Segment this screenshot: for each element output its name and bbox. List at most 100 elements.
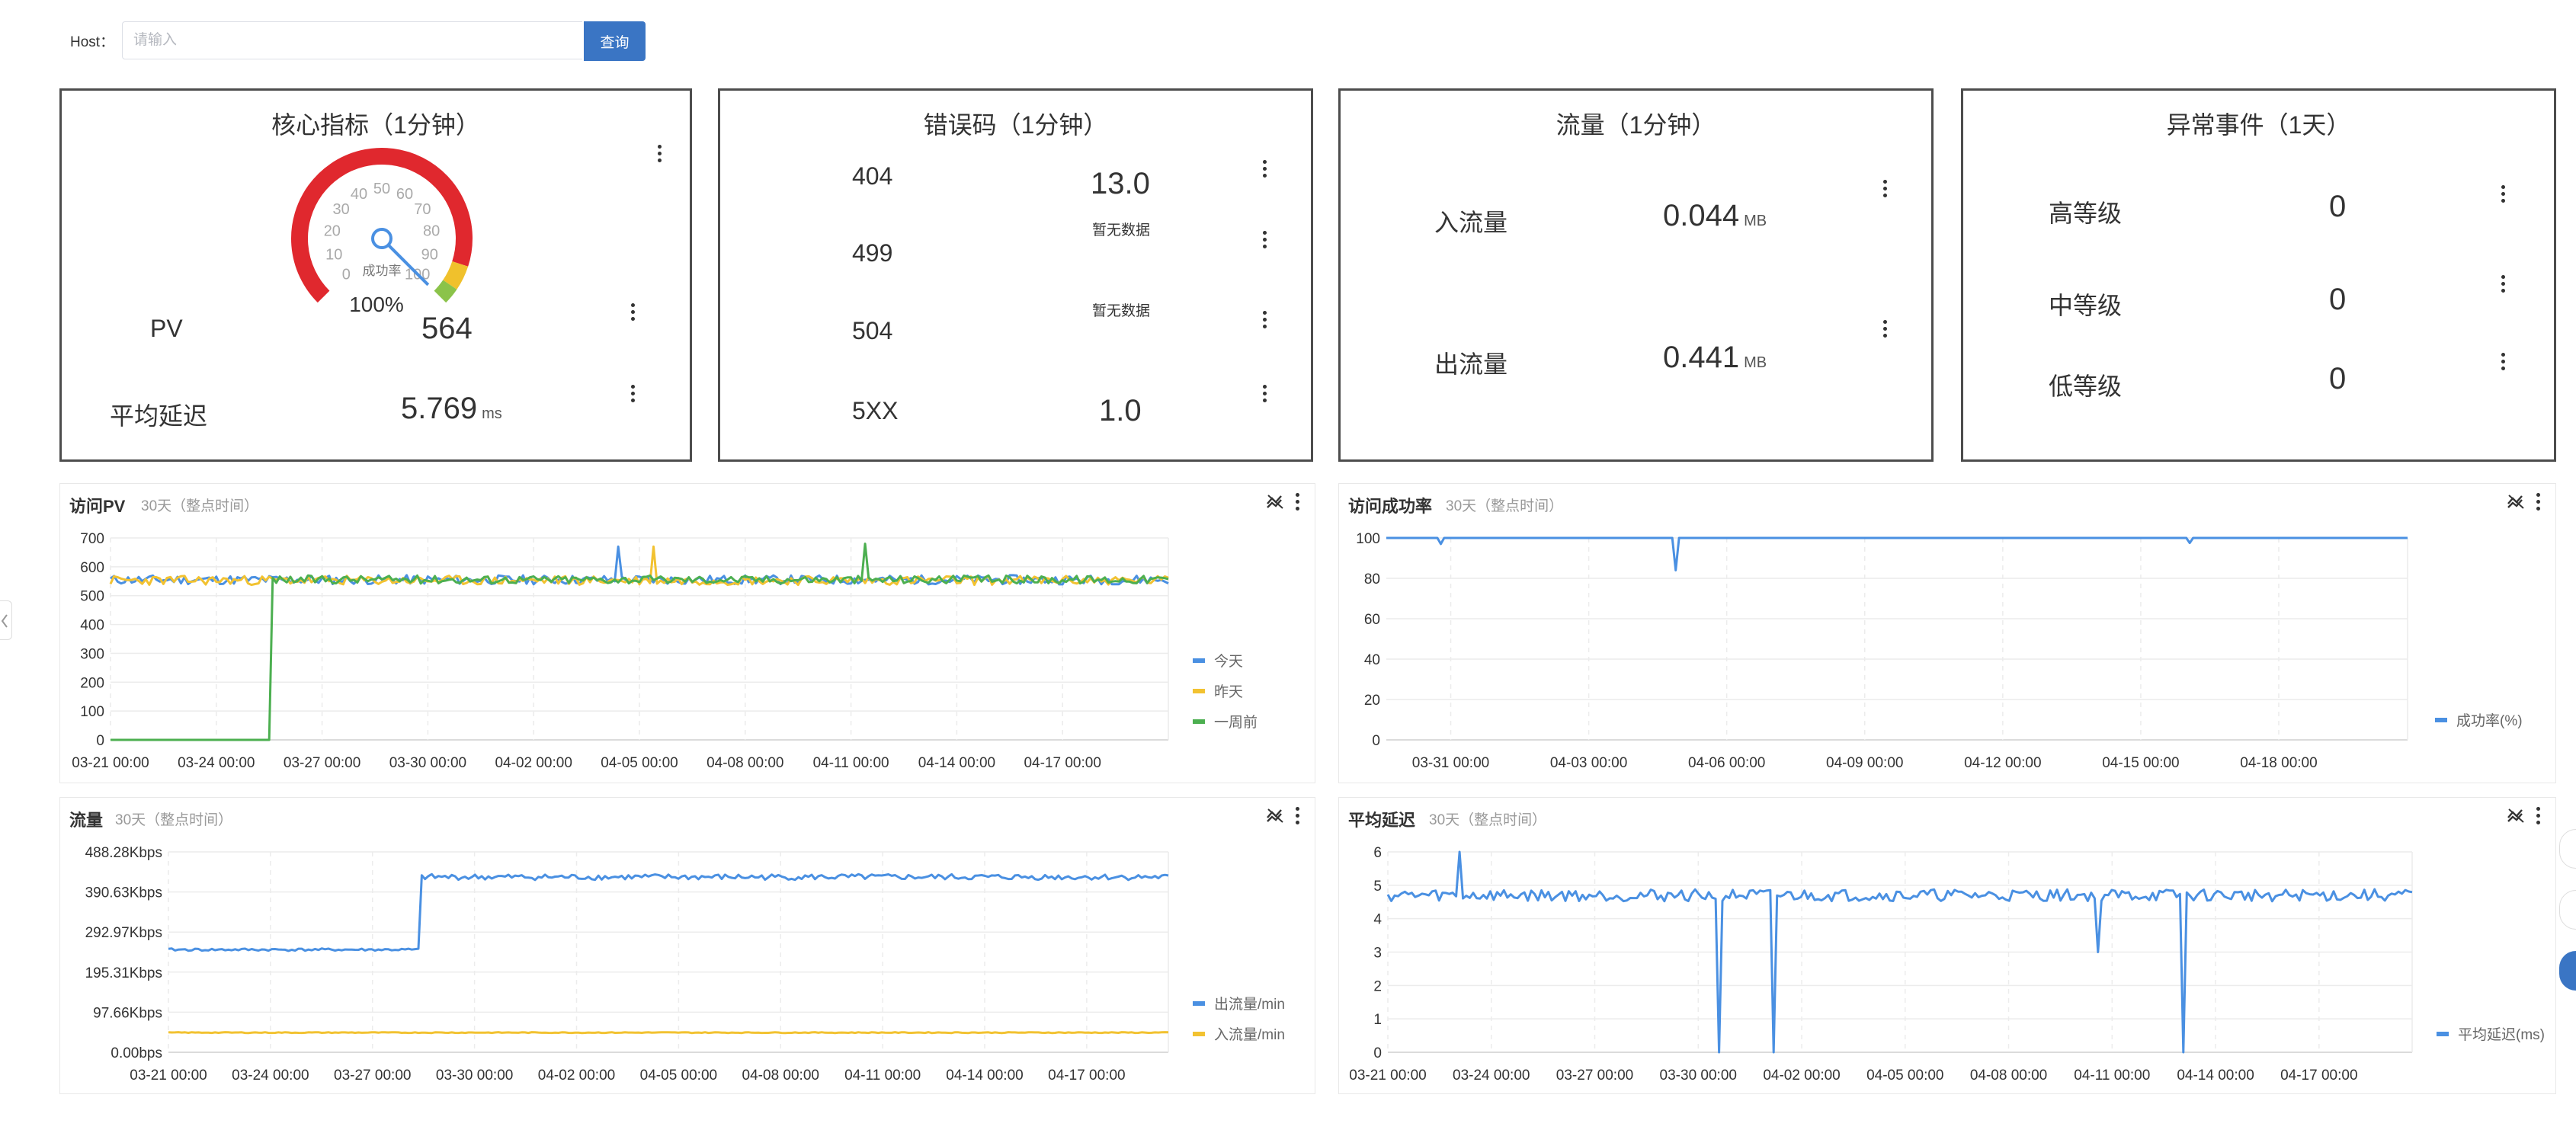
traffic-title: 流量（1分钟） (1556, 111, 1716, 139)
y-tick-label: 4 (1373, 912, 1382, 928)
outbound-number: 0.441 (1663, 341, 1740, 374)
core-metrics-title: 核心指标（1分钟） (271, 111, 480, 139)
y-tick-label: 100 (80, 704, 104, 720)
y-tick-label: 400 (80, 618, 104, 634)
traffic-line-chart: 0.00bps 97.66Kbps 195.31Kbps 292.97Kbps 390.… (85, 845, 1285, 1084)
pv-label: PV (150, 315, 183, 342)
float-tool-button-3[interactable] (2559, 951, 2576, 991)
chevron-left-icon (1, 614, 8, 628)
latency-line-chart: 0 1 2 3 4 5 6 03-21 00:00 03-24 00:00 03-27 00:00… (1349, 845, 2545, 1084)
x-tick-label: 04-17 00:00 (2280, 1068, 2357, 1084)
error-codes-card: 错误码（1分钟） 404 13.0 499 暂无数据 504 暂无数据 5XX … (718, 88, 1313, 462)
latency-more-icon[interactable] (629, 383, 636, 405)
y-tick-label: 3 (1373, 946, 1382, 962)
event-level-high: 高等级 (2049, 200, 2123, 227)
x-tick-label: 03-21 00:00 (130, 1068, 207, 1084)
error-499-no-data: 暂无数据 (1092, 222, 1151, 238)
y-tick-label: 97.66Kbps (93, 1005, 162, 1021)
x-tick-label: 04-17 00:00 (1048, 1068, 1125, 1084)
event-high-value: 0 (2329, 190, 2347, 223)
x-tick-label: 04-15 00:00 (2102, 755, 2179, 771)
y-tick-label: 0.00bps (111, 1045, 162, 1061)
event-level-low: 低等级 (2049, 373, 2123, 400)
y-tick-label: 1 (1373, 1012, 1382, 1028)
error-code-404: 404 (852, 162, 893, 190)
y-tick-label: 292.97Kbps (85, 925, 162, 941)
error-5xx-value: 1.0 (1099, 394, 1142, 427)
event-low-more-icon[interactable] (2499, 351, 2507, 373)
float-tool-button-1[interactable] (2559, 829, 2576, 869)
latency-unit: ms (482, 405, 502, 422)
y-tick-label: 600 (80, 560, 104, 576)
outbound-unit: MB (1744, 354, 1767, 371)
x-tick-label: 04-08 00:00 (706, 755, 783, 771)
gauge-tick-label: 10 (325, 246, 342, 263)
y-tick-label: 100 (1356, 531, 1380, 547)
y-tick-label: 6 (1373, 845, 1382, 861)
x-tick-label: 03-27 00:00 (284, 755, 360, 771)
success-chart-panel: 访问成功率 30天（整点时间） 0 20 40 60 80 100 03-31 00:00 0… (1338, 483, 2556, 783)
error-499-more-icon[interactable] (1261, 229, 1268, 251)
sidebar-collapse-tab[interactable] (0, 600, 12, 640)
gauge-tick-label: 20 (324, 223, 341, 240)
latency-number: 5.769 (401, 392, 478, 425)
error-404-more-icon[interactable] (1261, 158, 1268, 180)
gauge-tick-label: 50 (373, 181, 390, 197)
y-tick-label: 80 (1364, 571, 1380, 587)
event-high-more-icon[interactable] (2499, 184, 2507, 205)
x-tick-label: 03-27 00:00 (1556, 1068, 1633, 1084)
x-tick-label: 04-05 00:00 (601, 755, 678, 771)
y-tick-label: 20 (1364, 693, 1380, 709)
x-tick-label: 04-14 00:00 (918, 755, 995, 771)
event-medium-more-icon[interactable] (2499, 274, 2507, 295)
x-tick-label: 04-09 00:00 (1826, 755, 1903, 771)
gauge-tick-label: 40 (351, 186, 367, 203)
x-tick-label: 03-24 00:00 (232, 1068, 309, 1084)
host-search-input[interactable] (122, 21, 582, 59)
x-tick-label: 03-30 00:00 (389, 755, 466, 771)
legend-label[interactable]: 昨天 (1214, 683, 1243, 700)
x-tick-label: 03-24 00:00 (1453, 1068, 1530, 1084)
legend-label[interactable]: 今天 (1214, 653, 1243, 670)
legend-label[interactable]: 一周前 (1214, 714, 1258, 731)
y-tick-label: 200 (80, 675, 104, 691)
error-codes-title: 错误码（1分钟） (923, 111, 1108, 139)
inbound-more-icon[interactable] (1881, 178, 1889, 200)
error-504-more-icon[interactable] (1261, 309, 1268, 331)
error-5xx-more-icon[interactable] (1261, 383, 1268, 405)
error-504-no-data: 暂无数据 (1092, 303, 1151, 319)
query-button[interactable]: 查询 (584, 21, 646, 61)
latency-label: 平均延迟 (110, 402, 208, 430)
gauge-caption: 成功率 (363, 264, 402, 278)
x-tick-label: 04-08 00:00 (742, 1068, 819, 1084)
x-tick-label: 03-21 00:00 (1349, 1068, 1426, 1084)
event-level-medium: 中等级 (2049, 292, 2123, 319)
y-tick-label: 195.31Kbps (85, 965, 162, 981)
y-tick-label: 488.28Kbps (85, 845, 162, 861)
pv-more-icon[interactable] (629, 302, 636, 323)
host-label: Host： (70, 34, 115, 50)
outbound-value: 0.441 MB (1663, 341, 1767, 375)
y-tick-label: 0 (1372, 733, 1380, 749)
latency-value: 5.769 ms (401, 392, 502, 426)
outbound-more-icon[interactable] (1881, 319, 1889, 340)
x-tick-label: 04-12 00:00 (1964, 755, 2041, 771)
core-gauge-more-icon[interactable] (655, 143, 663, 165)
y-tick-label: 5 (1373, 879, 1382, 895)
inbound-number: 0.044 (1663, 199, 1740, 232)
y-tick-label: 60 (1364, 612, 1380, 628)
pv-line-chart: 0 100 200 300 400 500 600 700 03-21 00:00 03-24 0… (72, 531, 1258, 771)
x-tick-label: 03-31 00:00 (1412, 755, 1489, 771)
x-tick-label: 03-30 00:00 (1660, 1068, 1737, 1084)
gauge-needle-hub (371, 228, 392, 249)
inbound-unit: MB (1744, 213, 1767, 229)
gauge-tick-label: 30 (332, 201, 349, 218)
event-medium-value: 0 (2329, 283, 2347, 316)
legend-label[interactable]: 成功率(%) (2456, 712, 2523, 729)
float-tool-button-2[interactable] (2559, 890, 2576, 930)
gauge-tick-label: 60 (396, 186, 413, 203)
legend-label[interactable]: 入流量/min (1214, 1026, 1285, 1043)
error-code-5xx: 5XX (852, 397, 899, 424)
legend-label[interactable]: 平均延迟(ms) (2458, 1026, 2545, 1043)
legend-label[interactable]: 出流量/min (1214, 996, 1285, 1013)
